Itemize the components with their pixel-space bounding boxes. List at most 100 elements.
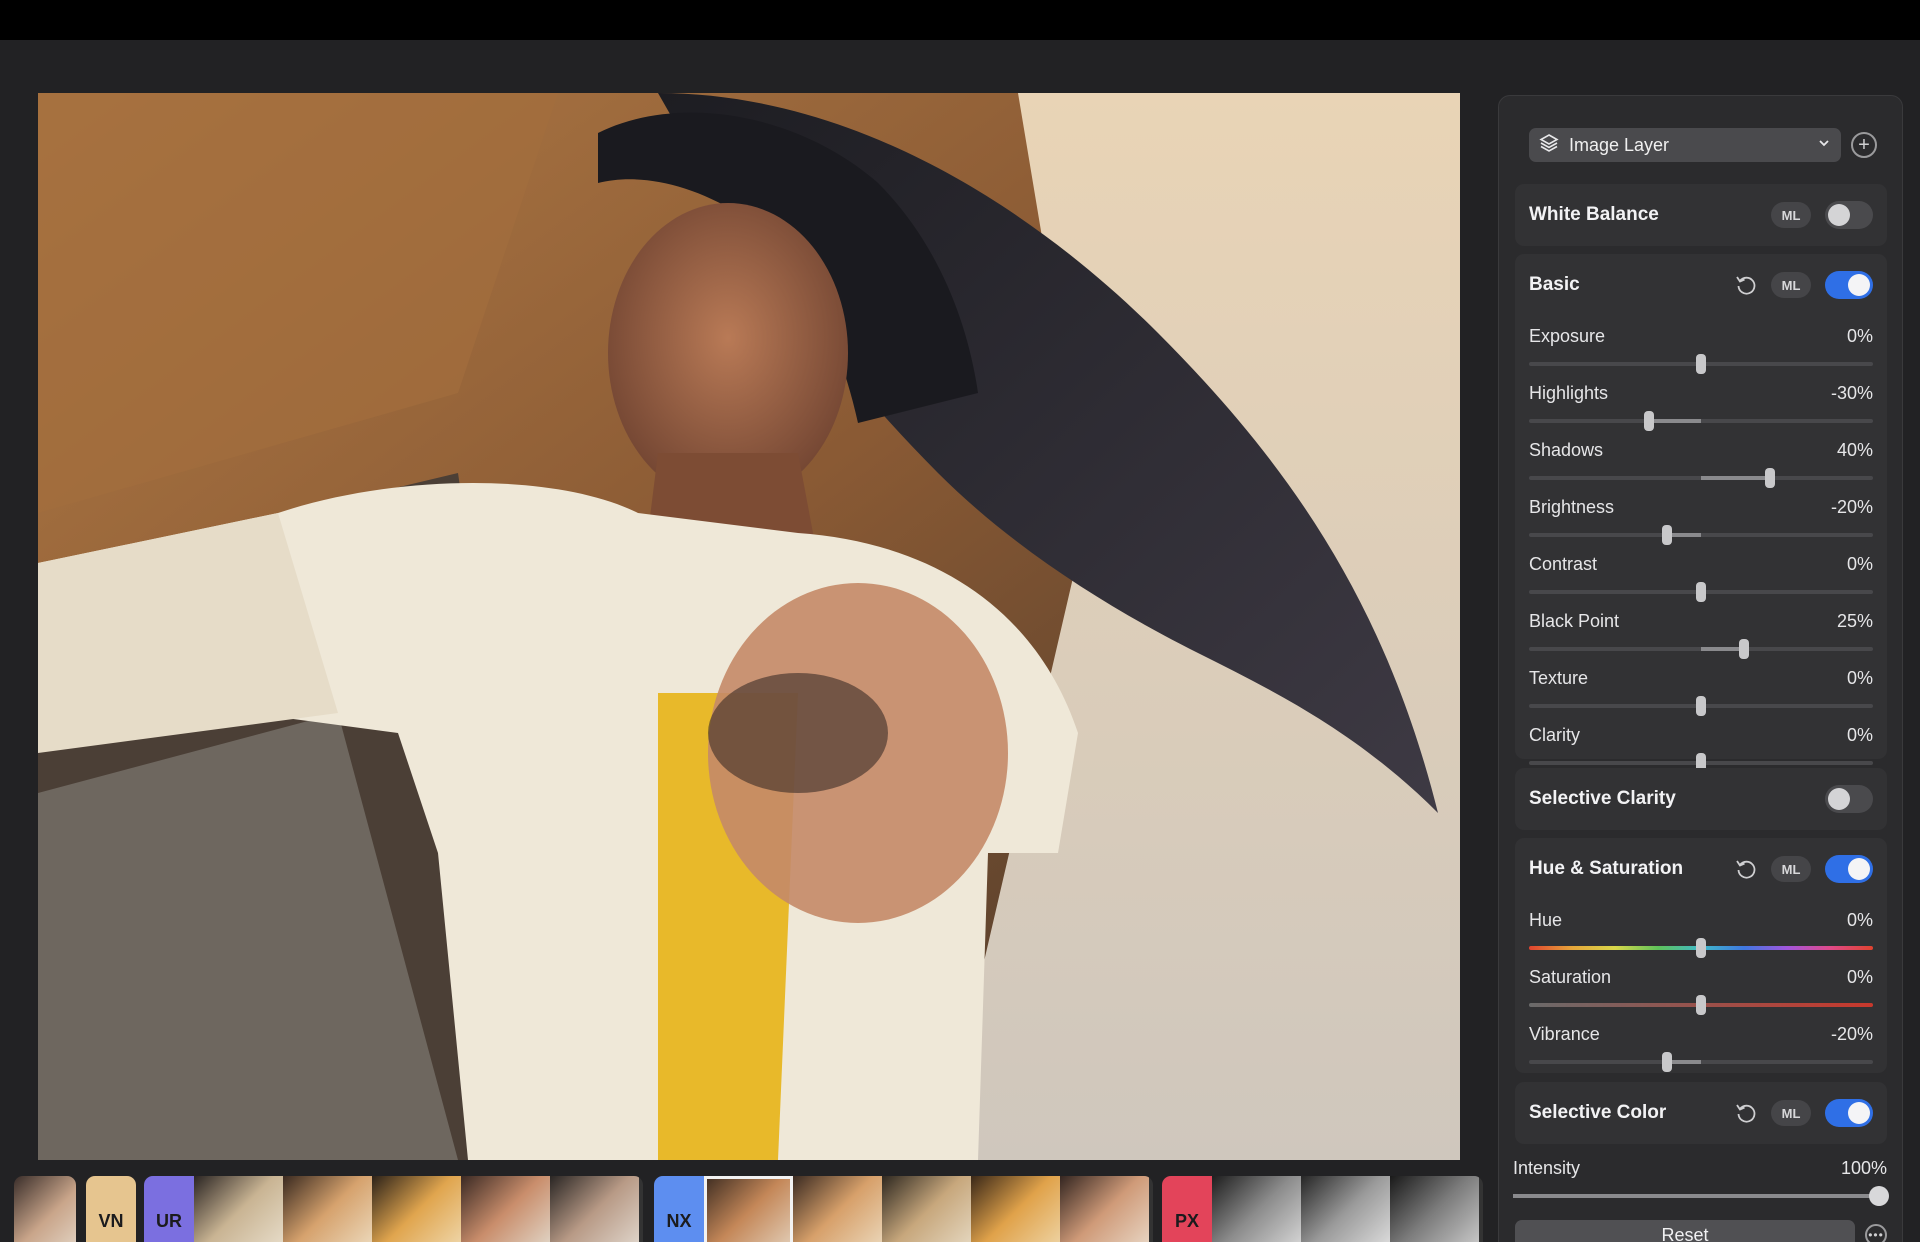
preset-thumbnail[interactable]: [283, 1176, 372, 1242]
hue-saturation-panel: Hue & Saturation ML Hue 0% Saturation 0% Vib…: [1515, 838, 1887, 1073]
reset-arrow-icon[interactable]: [1733, 856, 1759, 882]
toggle-knob: [1848, 1102, 1870, 1124]
black-point-slider-row[interactable]: Black Point 25%: [1529, 611, 1873, 667]
saturation-handle[interactable]: [1696, 995, 1706, 1015]
brightness-value: -20%: [1830, 497, 1873, 517]
toggle-knob: [1848, 858, 1870, 880]
black-point-fill: [1701, 647, 1744, 651]
clarity-value: 0%: [1846, 725, 1873, 745]
reset-button[interactable]: Reset: [1515, 1220, 1855, 1242]
preset-thumbnail[interactable]: [461, 1176, 550, 1242]
toggle-knob: [1828, 788, 1850, 810]
shadows-slider-row[interactable]: Shadows 40%: [1529, 440, 1873, 496]
hue-handle[interactable]: [1696, 938, 1706, 958]
intensity-handle[interactable]: [1869, 1186, 1889, 1206]
saturation-label: Saturation: [1529, 967, 1612, 987]
preset-group-px-badge[interactable]: PX: [1162, 1176, 1212, 1242]
black-point-handle[interactable]: [1739, 639, 1749, 659]
filmstrip[interactable]: VN UR NX 001 PX: [14, 1176, 1484, 1242]
white-balance-toggle[interactable]: [1825, 201, 1873, 229]
preset-group-nx[interactable]: NX 001: [654, 1176, 1153, 1242]
shadows-handle[interactable]: [1764, 468, 1775, 488]
white-balance-panel: White Balance ML: [1515, 184, 1887, 246]
highlights-track[interactable]: [1529, 419, 1873, 423]
contrast-slider-row[interactable]: Contrast 0%: [1529, 554, 1873, 610]
toggle-knob: [1848, 274, 1870, 296]
chevron-down-icon: [1817, 136, 1831, 155]
intensity-label: Intensity: [1513, 1158, 1581, 1178]
exposure-handle[interactable]: [1696, 354, 1706, 374]
preset-thumbnail[interactable]: [1301, 1176, 1390, 1242]
preset-group-ur-badge[interactable]: UR: [144, 1176, 194, 1242]
plus-circle-icon[interactable]: +: [1851, 132, 1877, 158]
brightness-label: Brightness: [1529, 497, 1615, 517]
ml-button[interactable]: ML: [1771, 272, 1811, 298]
ml-button[interactable]: ML: [1771, 202, 1811, 228]
preset-thumbnail[interactable]: [1212, 1176, 1301, 1242]
selective-color-toggle[interactable]: [1825, 1099, 1873, 1127]
brightness-track[interactable]: [1529, 533, 1873, 537]
selective-color-title: Selective Color: [1529, 1102, 1667, 1123]
adjustments-sidebar: Image Layer + White Balance ML Basic ML: [1498, 95, 1903, 1242]
preset-group-ur[interactable]: UR: [144, 1176, 643, 1242]
preset-thumbnail[interactable]: [882, 1176, 971, 1242]
selective-clarity-panel: Selective Clarity: [1515, 768, 1887, 830]
layers-icon: [1539, 133, 1559, 158]
vibrance-handle[interactable]: [1661, 1052, 1672, 1072]
shadows-track[interactable]: [1529, 476, 1873, 480]
intensity-slider-row[interactable]: Intensity 100%: [1513, 1158, 1889, 1214]
toggle-knob: [1828, 204, 1850, 226]
ml-button[interactable]: ML: [1771, 856, 1811, 882]
black-point-track[interactable]: [1529, 647, 1873, 651]
texture-handle[interactable]: [1696, 696, 1706, 716]
preset-thumbnail[interactable]: [194, 1176, 283, 1242]
saturation-slider-row[interactable]: Saturation 0%: [1529, 967, 1873, 1023]
basic-title: Basic: [1529, 274, 1580, 295]
filmstrip-original-thumbnail[interactable]: [14, 1176, 76, 1242]
contrast-handle[interactable]: [1696, 582, 1706, 602]
preset-group-nx-badge[interactable]: NX: [654, 1176, 704, 1242]
intensity-fill: [1513, 1194, 1879, 1198]
layer-selector[interactable]: Image Layer: [1529, 128, 1841, 162]
vibrance-value: -20%: [1830, 1024, 1873, 1044]
basic-panel: Basic ML Exposure 0% Highlights -30% Shadows…: [1515, 254, 1887, 773]
preset-thumbnail[interactable]: [971, 1176, 1060, 1242]
highlights-handle[interactable]: [1644, 411, 1655, 431]
brightness-slider-row[interactable]: Brightness -20%: [1529, 497, 1873, 553]
clarity-label: Clarity: [1529, 725, 1581, 745]
workspace: VN UR NX 001 PX: [0, 40, 1920, 1242]
white-balance-title: White Balance: [1529, 204, 1659, 225]
exposure-label: Exposure: [1529, 326, 1606, 346]
photo-image: [38, 93, 1460, 1160]
preset-thumbnail[interactable]: [1060, 1176, 1149, 1242]
window-titlebar: [0, 0, 1920, 40]
preset-thumbnail-selected[interactable]: 001: [704, 1176, 793, 1242]
texture-slider-row[interactable]: Texture 0%: [1529, 668, 1873, 724]
preset-group-px[interactable]: PX: [1162, 1176, 1483, 1242]
highlights-label: Highlights: [1529, 383, 1609, 403]
ml-button[interactable]: ML: [1771, 1100, 1811, 1126]
basic-toggle[interactable]: [1825, 271, 1873, 299]
preset-group-vn-badge[interactable]: VN: [86, 1176, 136, 1242]
highlights-slider-row[interactable]: Highlights -30%: [1529, 383, 1873, 439]
hue-slider-row[interactable]: Hue 0%: [1529, 910, 1873, 966]
more-options-icon[interactable]: •••: [1865, 1224, 1887, 1242]
reset-arrow-icon[interactable]: [1733, 1100, 1759, 1126]
selective-color-panel: Selective Color ML: [1515, 1082, 1887, 1144]
exposure-slider-row[interactable]: Exposure 0%: [1529, 326, 1873, 382]
preset-thumbnail[interactable]: [372, 1176, 461, 1242]
photo-canvas[interactable]: [38, 93, 1460, 1160]
preset-thumbnail[interactable]: [793, 1176, 882, 1242]
vibrance-track[interactable]: [1529, 1060, 1873, 1064]
preset-thumbnail[interactable]: [1390, 1176, 1479, 1242]
selective-clarity-toggle[interactable]: [1825, 785, 1873, 813]
hue-saturation-toggle[interactable]: [1825, 855, 1873, 883]
preset-thumbnail[interactable]: [550, 1176, 639, 1242]
layer-name: Image Layer: [1569, 134, 1670, 155]
contrast-label: Contrast: [1529, 554, 1598, 574]
vibrance-slider-row[interactable]: Vibrance -20%: [1529, 1024, 1873, 1080]
exposure-value: 0%: [1846, 326, 1873, 346]
intensity-track[interactable]: [1513, 1194, 1879, 1198]
reset-arrow-icon[interactable]: [1733, 272, 1759, 298]
brightness-handle[interactable]: [1661, 525, 1672, 545]
